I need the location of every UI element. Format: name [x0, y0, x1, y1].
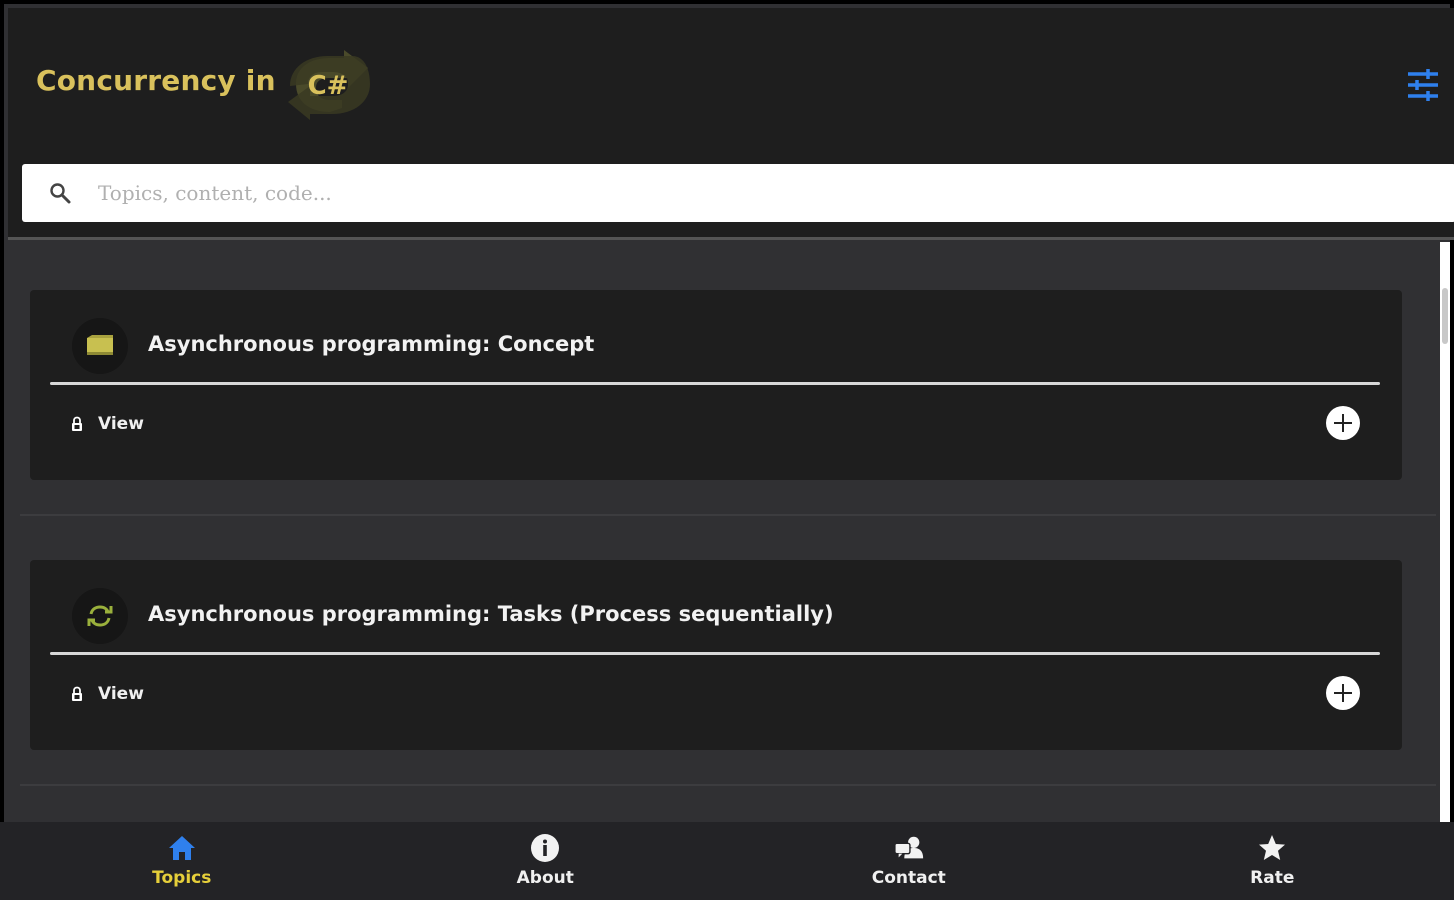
- topic-card: Asynchronous programming: Tasks (Process…: [30, 560, 1402, 750]
- nav-contact[interactable]: Contact: [727, 822, 1091, 900]
- topic-icon-container: [72, 588, 128, 644]
- nav-label: Contact: [871, 868, 946, 888]
- tune-sliders-icon: [1408, 69, 1438, 101]
- book-icon: [87, 335, 113, 355]
- app-header: Concurrency in C#: [8, 8, 1454, 240]
- bottom-nav: Topics About Contact Rate: [0, 822, 1454, 900]
- lock-icon: [72, 416, 82, 431]
- lock-icon: [72, 686, 82, 701]
- topic-list: Asynchronous programming: Concept View A…: [8, 242, 1448, 826]
- scrollbar[interactable]: [1440, 242, 1450, 826]
- logo-text: C#: [308, 71, 349, 101]
- home-icon: [166, 832, 198, 864]
- nav-label: About: [516, 868, 574, 888]
- csharp-logo: C#: [282, 48, 374, 122]
- add-button[interactable]: [1326, 406, 1360, 440]
- nav-rate[interactable]: Rate: [1091, 822, 1454, 900]
- info-icon: [529, 832, 561, 864]
- app-title: Concurrency in: [36, 64, 276, 97]
- app-frame: Concurrency in C# Topics, content, code.…: [0, 0, 1454, 900]
- refresh-icon: [87, 605, 113, 627]
- plus-icon: [1334, 684, 1352, 702]
- divider: [50, 382, 1380, 385]
- topic-title[interactable]: Asynchronous programming: Tasks (Process…: [148, 602, 834, 626]
- nav-about[interactable]: About: [364, 822, 728, 900]
- topic-card: Asynchronous programming: Concept View: [30, 290, 1402, 480]
- add-button[interactable]: [1326, 676, 1360, 710]
- topic-title[interactable]: Asynchronous programming: Concept: [148, 332, 594, 356]
- view-link[interactable]: View: [70, 412, 144, 436]
- topic-icon-container: [72, 318, 128, 374]
- star-icon: [1256, 832, 1288, 864]
- search-bar: [22, 164, 1454, 222]
- contact-icon: [893, 832, 925, 864]
- nav-topics[interactable]: Topics: [0, 822, 364, 900]
- view-label: View: [98, 684, 144, 704]
- search-icon: [50, 183, 71, 204]
- filter-button[interactable]: [1404, 66, 1442, 104]
- view-link[interactable]: View: [70, 682, 144, 706]
- list-separator: [20, 514, 1436, 516]
- plus-icon: [1334, 414, 1352, 432]
- view-label: View: [98, 414, 144, 434]
- list-separator: [20, 784, 1436, 786]
- divider: [50, 652, 1380, 655]
- nav-label: Topics: [152, 868, 212, 888]
- search-input[interactable]: [98, 173, 1398, 213]
- nav-label: Rate: [1250, 868, 1295, 888]
- scrollbar-thumb[interactable]: [1442, 288, 1448, 344]
